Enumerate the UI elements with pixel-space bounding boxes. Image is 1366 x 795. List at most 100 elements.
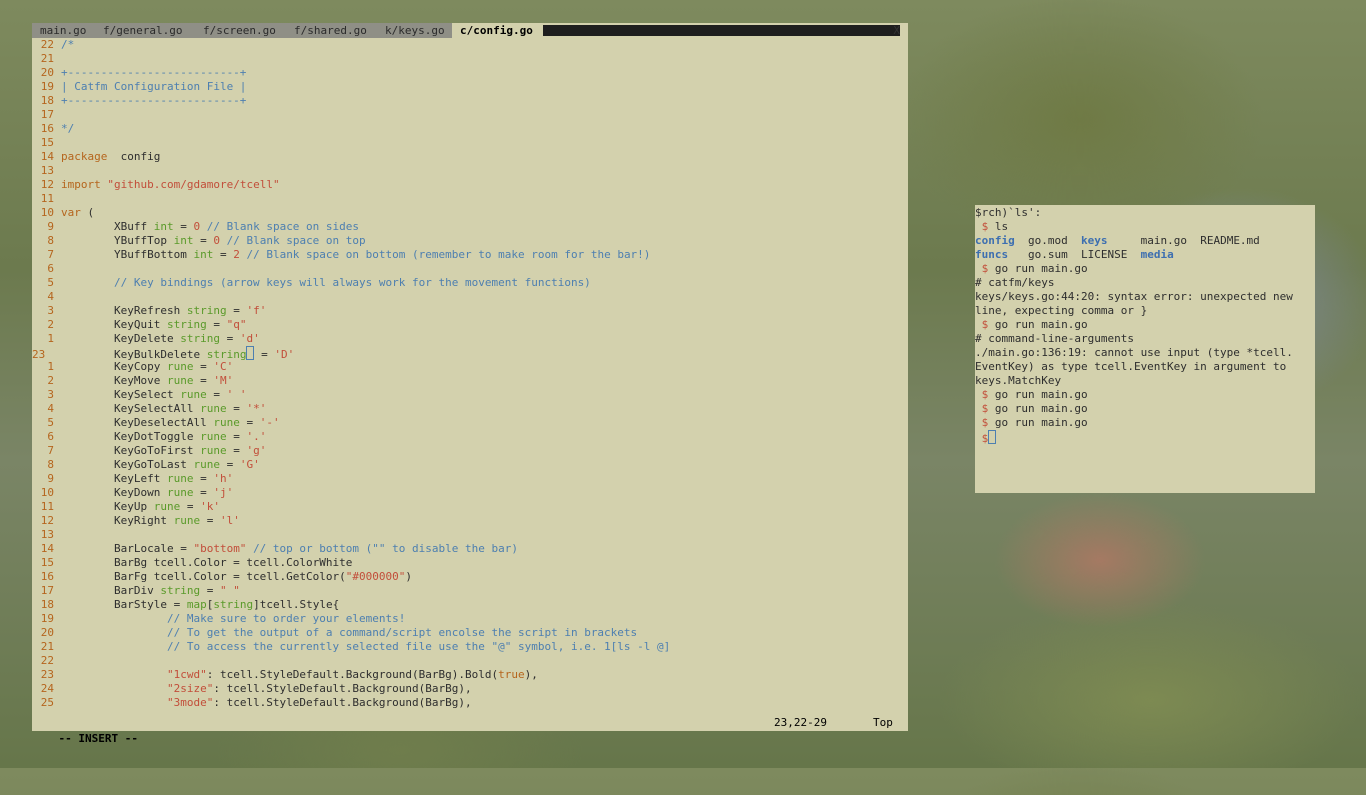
terminal-window[interactable]: $rch)`ls': $ ls config go.mod keys main.g…	[975, 205, 1315, 493]
code-token: // Make sure to order your elements!	[166, 612, 406, 625]
code-line[interactable]: 19 // Make sure to order your elements!	[32, 612, 908, 626]
line-text: +--------------------------+	[54, 66, 246, 79]
code-line[interactable]: 6	[32, 262, 908, 276]
tab-screen-go[interactable]: f/screen.go	[195, 23, 294, 38]
code-line[interactable]: 17 BarDiv string = " "	[32, 584, 908, 598]
code-token: =	[226, 402, 247, 415]
close-tab-icon[interactable]: X	[893, 23, 900, 38]
code-line[interactable]: 22	[32, 654, 908, 668]
code-line[interactable]: 21 // To access the currently selected f…	[32, 640, 908, 654]
line-text: var (	[54, 206, 94, 219]
code-line[interactable]: 18 BarStyle = map[string]tcell.Style{	[32, 598, 908, 612]
code-line[interactable]: 5 KeyDeselectAll rune = '-'	[32, 416, 908, 430]
terminal-line: funcs go.sum LICENSE media	[975, 248, 1315, 262]
code-token: 'C'	[213, 360, 234, 373]
vim-editor-window[interactable]: main.go f/general.go f/screen.go f/share…	[32, 23, 908, 745]
code-line[interactable]: 15	[32, 136, 908, 150]
code-token: BarLocale =	[61, 542, 194, 555]
line-number: 19	[40, 80, 54, 93]
code-token: KeyRefresh	[61, 304, 187, 317]
code-line[interactable]: 23 "1cwd": tcell.StyleDefault.Background…	[32, 668, 908, 682]
code-line[interactable]: 21	[32, 52, 908, 66]
code-line[interactable]: 8 KeyGoToLast rune = 'G'	[32, 458, 908, 472]
code-token: map	[186, 598, 207, 611]
code-token: '-'	[259, 416, 280, 429]
code-token: $	[975, 262, 989, 275]
line-number: 1	[47, 360, 54, 373]
code-line[interactable]: 1 KeyCopy rune = 'C'	[32, 360, 908, 374]
code-line[interactable]: 24 "2size": tcell.StyleDefault.Backgroun…	[32, 682, 908, 696]
code-line[interactable]: 8 YBuffTop int = 0 // Blank space on top	[32, 234, 908, 248]
line-number: 22	[40, 38, 54, 51]
code-line[interactable]: 16 BarFg tcell.Color = tcell.GetColor("#…	[32, 570, 908, 584]
code-line[interactable]: 10 KeyDown rune = 'j'	[32, 486, 908, 500]
code-line[interactable]: 10 var (	[32, 206, 908, 220]
code-line[interactable]: 7 YBuffBottom int = 2 // Blank space on …	[32, 248, 908, 262]
tab-config-go[interactable]: c/config.go	[452, 23, 551, 38]
code-line[interactable]: 5 // Key bindings (arrow keys will alway…	[32, 276, 908, 290]
line-text: +--------------------------+	[54, 94, 246, 107]
code-token: EventKey) as type tcell.EventKey in argu…	[975, 360, 1287, 373]
code-line[interactable]: 19 | Catfm Configuration File |	[32, 80, 908, 94]
code-line[interactable]: 9 XBuff int = 0 // Blank space on sides	[32, 220, 908, 234]
line-number: 22	[40, 654, 54, 667]
code-token: 'g'	[246, 444, 267, 457]
code-token: KeyLeft	[61, 472, 167, 485]
code-line[interactable]: 14 package config	[32, 150, 908, 164]
code-token: $	[975, 220, 989, 233]
code-token: keys/keys.go:44:20: syntax error: unexpe…	[975, 290, 1293, 303]
line-text: KeyCopy rune = 'C'	[54, 360, 233, 373]
line-number: 7	[47, 248, 54, 261]
code-line[interactable]: 17	[32, 108, 908, 122]
code-line[interactable]: 9 KeyLeft rune = 'h'	[32, 472, 908, 486]
code-line[interactable]: 1 KeyDelete string = 'd'	[32, 332, 908, 346]
code-line[interactable]: 23 KeyBulkDelete string = 'D'	[32, 346, 908, 361]
code-token: rune	[153, 500, 181, 513]
code-line[interactable]: 2 KeyMove rune = 'M'	[32, 374, 908, 388]
code-token: : tcell.StyleDefault.Background(BarBg).B…	[206, 668, 499, 681]
terminal-line: ./main.go:136:19: cannot use input (type…	[975, 346, 1315, 360]
code-line[interactable]: 18 +--------------------------+	[32, 94, 908, 108]
code-line[interactable]: 11	[32, 192, 908, 206]
terminal-line: # command-line-arguments	[975, 332, 1315, 346]
code-line[interactable]: 12 KeyRight rune = 'l'	[32, 514, 908, 528]
code-line[interactable]: 22 /*	[32, 38, 908, 52]
tab-shared-go[interactable]: f/shared.go	[286, 23, 385, 38]
line-number: 11	[40, 192, 54, 205]
tab-keys-go[interactable]: k/keys.go	[377, 23, 460, 38]
line-text: import "github.com/gdamore/tcell"	[54, 178, 280, 191]
code-token: rune	[166, 486, 194, 499]
code-token: go run main.go	[988, 262, 1088, 275]
code-line[interactable]: 6 KeyDotToggle rune = '.'	[32, 430, 908, 444]
line-number: 14	[40, 542, 54, 555]
code-line[interactable]: 25 "3mode": tcell.StyleDefault.Backgroun…	[32, 696, 908, 710]
code-line[interactable]: 13	[32, 528, 908, 542]
tab-general-go[interactable]: f/general.go	[95, 23, 203, 38]
code-line[interactable]: 11 KeyUp rune = 'k'	[32, 500, 908, 514]
tab-main-go[interactable]: main.go	[32, 23, 103, 38]
line-number: 16	[40, 570, 54, 583]
terminal-line: EventKey) as type tcell.EventKey in argu…	[975, 360, 1315, 374]
code-line[interactable]: 16 */	[32, 122, 908, 136]
code-line[interactable]: 20 // To get the output of a command/scr…	[32, 626, 908, 640]
code-line[interactable]: 20 +--------------------------+	[32, 66, 908, 80]
code-token: // Blank space on sides	[206, 220, 360, 233]
code-token: =	[226, 444, 247, 457]
code-token: KeySelect	[61, 388, 181, 401]
code-token: keys	[1080, 234, 1108, 247]
line-text	[54, 290, 61, 303]
code-line[interactable]: 15 BarBg tcell.Color = tcell.ColorWhite	[32, 556, 908, 570]
code-line[interactable]: 14 BarLocale = "bottom" // top or bottom…	[32, 542, 908, 556]
code-line[interactable]: 3 KeyRefresh string = 'f'	[32, 304, 908, 318]
code-line[interactable]: 13	[32, 164, 908, 178]
code-token: var	[61, 206, 81, 219]
code-line[interactable]: 3 KeySelect rune = ' '	[32, 388, 908, 402]
code-line[interactable]: 7 KeyGoToFirst rune = 'g'	[32, 444, 908, 458]
code-line[interactable]: 4 KeySelectAll rune = '*'	[32, 402, 908, 416]
code-line[interactable]: 4	[32, 290, 908, 304]
code-area[interactable]: 22/* 21 20 +--------------------------+ 19 | …	[32, 38, 908, 710]
code-line[interactable]: 12 import "github.com/gdamore/tcell"	[32, 178, 908, 192]
code-line[interactable]: 2 KeyQuit string = "q"	[32, 318, 908, 332]
code-token: string	[160, 584, 201, 597]
